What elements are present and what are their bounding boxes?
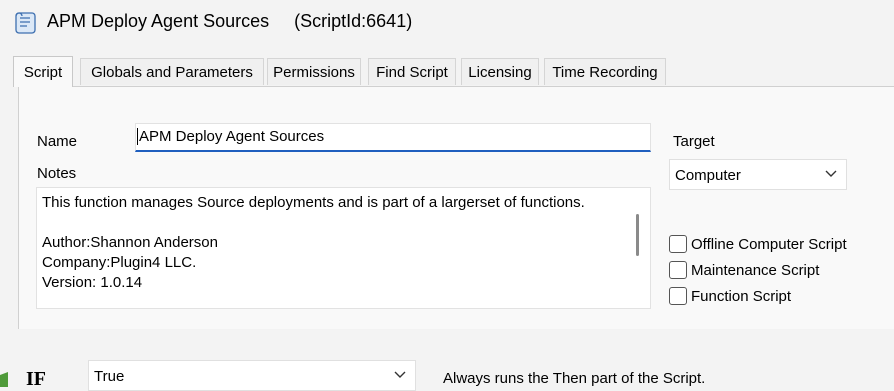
condition-description: Always runs the Then part of the Script. <box>443 370 706 387</box>
tab-licensing[interactable]: Licensing <box>461 58 539 85</box>
function-script-option[interactable]: Function Script <box>669 285 791 307</box>
if-condition-select[interactable]: True <box>88 360 416 391</box>
function-script-checkbox[interactable] <box>669 287 687 305</box>
window-title: APM Deploy Agent Sources <box>47 11 270 31</box>
target-label: Target <box>673 133 715 150</box>
offline-computer-script-checkbox[interactable] <box>669 235 687 253</box>
tab-permissions[interactable]: Permissions <box>267 58 361 85</box>
maintenance-script-checkbox[interactable] <box>669 261 687 279</box>
text-caret <box>137 128 138 145</box>
tab-time-recording[interactable]: Time Recording <box>544 58 666 85</box>
maintenance-script-label: Maintenance Script <box>691 261 820 279</box>
notes-scrollbar[interactable] <box>636 214 639 256</box>
function-script-label: Function Script <box>691 287 792 305</box>
notes-label: Notes <box>37 165 77 182</box>
tab-script[interactable]: Script <box>13 56 73 87</box>
target-select-value: Computer <box>675 167 741 184</box>
target-select[interactable]: Computer <box>669 159 847 190</box>
offline-computer-script-label: Offline Computer Script <box>691 235 847 253</box>
name-label: Name <box>37 133 78 150</box>
tab-globals-and-parameters[interactable]: Globals and Parameters <box>80 58 264 85</box>
title-bar: APM Deploy Agent Sources (ScriptId:6641) <box>0 0 894 46</box>
script-scroll-icon <box>15 12 36 34</box>
offline-computer-script-option[interactable]: Offline Computer Script <box>669 233 847 255</box>
if-label: IF <box>26 368 46 390</box>
tab-find-script[interactable]: Find Script <box>368 58 456 85</box>
name-input[interactable]: APM Deploy Agent Sources <box>135 123 651 152</box>
notes-text: This function manages Source deployments… <box>42 194 585 291</box>
maintenance-script-option[interactable]: Maintenance Script <box>669 259 819 281</box>
script-id: (ScriptId:6641) <box>294 11 413 31</box>
if-condition-value: True <box>94 368 125 385</box>
chevron-down-icon <box>394 371 406 378</box>
notes-textarea[interactable]: This function manages Source deployments… <box>36 187 651 309</box>
chevron-down-icon <box>825 170 837 177</box>
